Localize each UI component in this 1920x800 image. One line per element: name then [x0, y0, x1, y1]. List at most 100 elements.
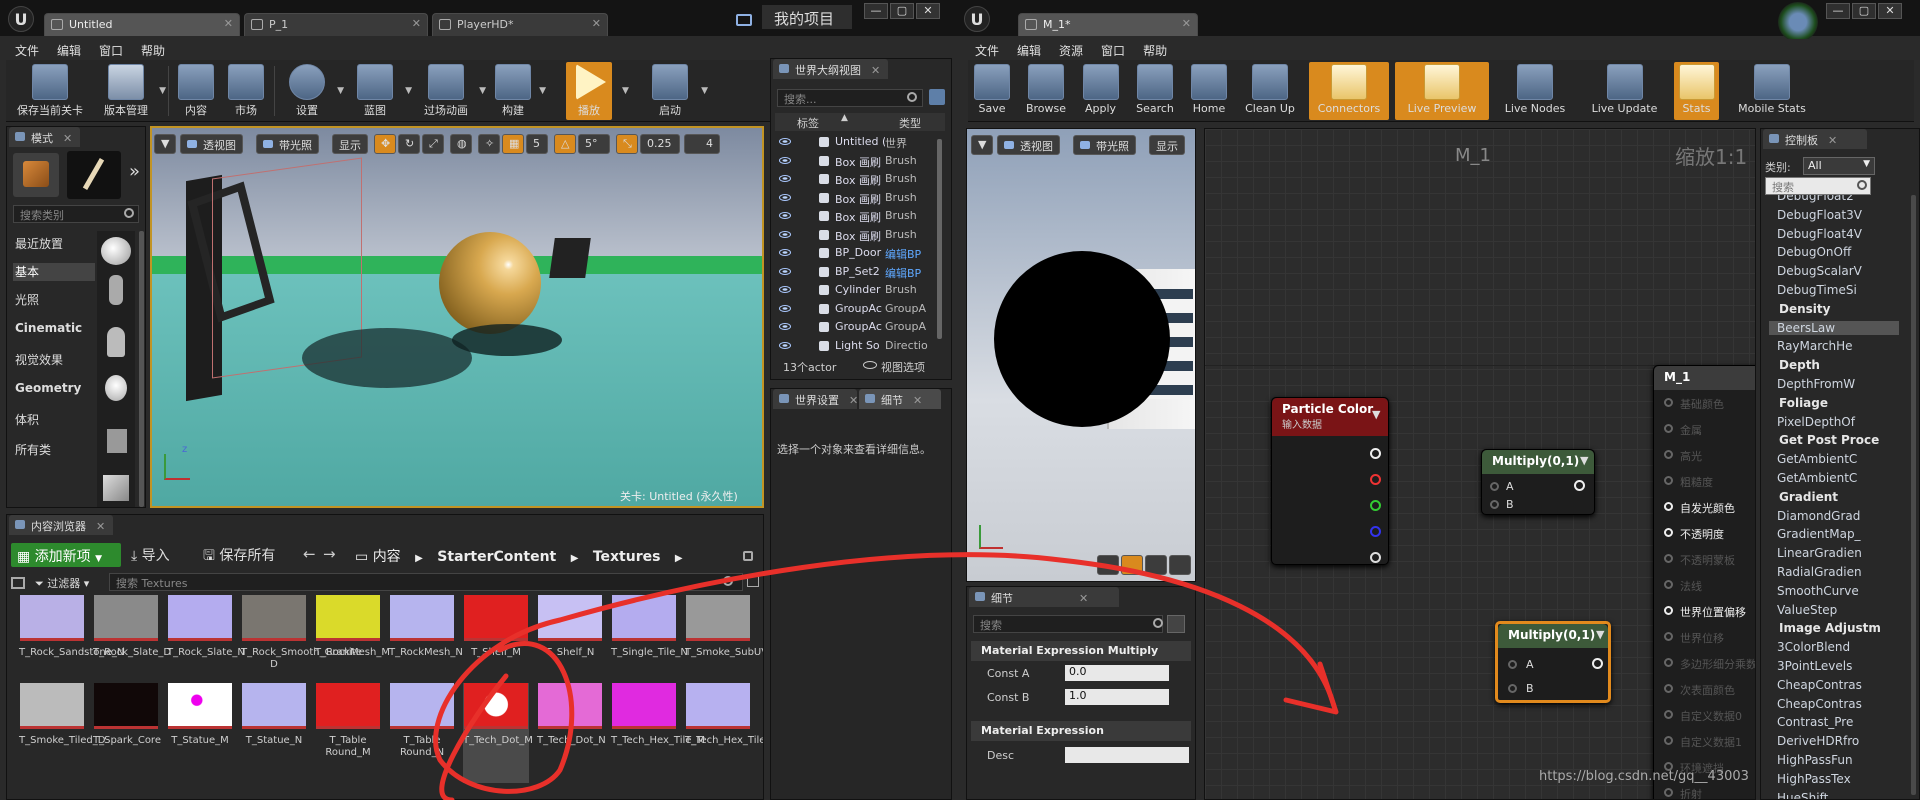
input-b-pin[interactable] — [1490, 500, 1499, 509]
cube-shape-icon[interactable] — [1169, 555, 1191, 575]
launch-button[interactable]: 启动 ▼ — [642, 62, 708, 120]
chevron-down-icon[interactable]: ▼ — [159, 86, 166, 96]
camera-speed-value[interactable]: 4 — [684, 134, 720, 154]
palette-item[interactable]: HighPassTex — [1777, 772, 1851, 786]
feedback-icon[interactable] — [736, 14, 752, 26]
menu-help[interactable]: 帮助 — [132, 39, 174, 62]
category-dropdown[interactable]: All ▼ — [1803, 157, 1875, 175]
outliner-search-input[interactable]: 搜索... — [777, 89, 923, 107]
modes-scrollbar[interactable] — [139, 231, 144, 507]
toolbar-browse-button[interactable]: Browse — [1020, 62, 1072, 120]
asset-tile[interactable]: T_Rock_Slate_D — [93, 595, 171, 659]
palette-item[interactable]: SmoothCurve — [1777, 584, 1859, 598]
perspective-button[interactable]: 透视图 — [997, 135, 1060, 155]
palette-search-input[interactable]: 搜索 — [1765, 177, 1871, 195]
asset-tile[interactable]: T_Table Round_M — [315, 683, 381, 759]
asset-tile[interactable]: T_Rock_Smooth_Granite D — [241, 595, 362, 671]
tab-details[interactable]: 细节 ✕ — [859, 389, 941, 409]
palette-item[interactable]: DebugScalarV — [1777, 264, 1862, 278]
close-tab-icon[interactable]: ✕ — [849, 394, 858, 407]
outliner-row-type[interactable]: 编辑BP — [885, 246, 935, 262]
collapse-arrow-icon[interactable]: ▼ — [1372, 408, 1380, 421]
close-window-button[interactable]: ✕ — [1878, 3, 1902, 19]
palette-item[interactable]: HueShift — [1777, 791, 1828, 799]
desc-field[interactable] — [1065, 747, 1189, 763]
asset-search-input[interactable]: 搜索 Textures — [109, 573, 743, 591]
asset-tile[interactable]: T_Tech_Hex_Tile_N — [685, 683, 763, 747]
tab-world-outliner[interactable]: 世界大纲视图 ✕ — [773, 59, 889, 79]
output-pin[interactable] — [1592, 658, 1603, 669]
category-item[interactable]: 体积 — [15, 411, 95, 429]
outliner-row[interactable]: Box 画刷 Brush — [775, 170, 935, 188]
minimize-button[interactable]: — — [864, 3, 888, 19]
maximize-button[interactable]: ▢ — [890, 3, 914, 19]
collapse-arrow-icon[interactable]: ▼ — [1596, 628, 1604, 641]
asset-tile[interactable]: T_Rock_Sandstone_N — [19, 595, 124, 659]
category-item[interactable]: 最近放置 — [15, 235, 95, 253]
output-rgba-pin[interactable] — [1370, 448, 1381, 459]
material-input-pin[interactable] — [1664, 450, 1673, 459]
output-pin[interactable] — [1574, 480, 1585, 491]
palette-item[interactable]: 3ColorBlend — [1777, 640, 1850, 654]
paint-mode-icon[interactable] — [67, 151, 121, 199]
palette-category[interactable]: Density — [1769, 302, 1830, 316]
toolbar-search-button[interactable]: Search — [1129, 62, 1181, 120]
scale-snap-value[interactable]: 0.25 — [640, 134, 680, 154]
viewport-options-button[interactable]: ▼ — [154, 134, 176, 154]
category-item[interactable]: 所有类 — [15, 441, 95, 459]
more-modes-icon[interactable]: » — [129, 161, 140, 182]
outliner-row-type[interactable]: 编辑BP — [885, 265, 935, 281]
visibility-eye-icon[interactable] — [779, 286, 791, 293]
palette-item[interactable]: DeriveHDRfro — [1777, 734, 1859, 748]
forward-arrow-icon[interactable]: → — [323, 545, 336, 563]
material-input-pin[interactable] — [1664, 684, 1673, 693]
asset-tile[interactable]: T_Statue_N — [241, 683, 307, 747]
tab-playerhd[interactable]: PlayerHD* ✕ — [432, 13, 608, 36]
tab-content-browser[interactable]: 内容浏览器 ✕ — [9, 515, 114, 535]
rotate-tool-icon[interactable]: ↻ — [398, 134, 420, 154]
material-input-pin[interactable] — [1664, 528, 1673, 537]
lit-mode-button[interactable]: 带光照 — [1073, 135, 1136, 155]
lit-mode-button[interactable]: 带光照 — [256, 134, 319, 154]
save-level-button[interactable]: 保存当前关卡 — [10, 62, 90, 120]
visibility-eye-icon[interactable] — [779, 249, 791, 256]
level-viewport[interactable]: ▼ 透视图 带光照 显示 ✥ ↻ ⤢ ◍ ✧ ▦ 5 △ 5° ⤡ 0.25 4… — [150, 126, 764, 508]
close-tab-icon[interactable]: ✕ — [913, 394, 922, 407]
category-item[interactable]: 光照 — [15, 291, 95, 309]
palette-item[interactable]: DepthFromW — [1777, 377, 1855, 391]
material-result-node[interactable]: M_1 基础颜色 金属 高光 粗糙度 自发光颜色 不透明度 不透明蒙板 法线 世界位置偏移 世界位… — [1653, 365, 1755, 799]
menu-edit[interactable]: 编辑 — [48, 39, 90, 62]
const-a-field[interactable]: 0.0 — [1065, 665, 1169, 681]
surface-snap-icon[interactable]: ✧ — [478, 134, 500, 154]
tab-m1[interactable]: M_1* ✕ — [1018, 13, 1198, 36]
outliner-row[interactable]: Box 画刷 Brush — [775, 152, 935, 170]
visibility-eye-icon[interactable] — [779, 323, 791, 330]
visibility-eye-icon[interactable] — [779, 156, 791, 164]
view-options-button[interactable]: 视图选项 — [881, 359, 925, 375]
play-options-chevron-icon[interactable]: ▼ — [622, 86, 629, 96]
material-input-pin[interactable] — [1664, 398, 1673, 407]
material-input-pin[interactable] — [1664, 580, 1673, 589]
visibility-eye-icon[interactable] — [779, 212, 791, 219]
material-input-pin[interactable] — [1664, 658, 1673, 667]
material-preview-viewport[interactable]: ▼ 透视图 带光照 显示 — [966, 128, 1196, 582]
section-material-expression[interactable]: Material Expression — [971, 721, 1191, 741]
asset-tile[interactable]: T_Shelf_N — [537, 595, 603, 659]
tab-p1[interactable]: P_1 ✕ — [244, 13, 428, 36]
close-tab-icon[interactable]: ✕ — [412, 17, 421, 30]
property-matrix-icon[interactable] — [1167, 615, 1185, 633]
pawn-actor-icon[interactable] — [107, 327, 125, 357]
translate-tool-icon[interactable]: ✥ — [374, 134, 396, 154]
asset-tile[interactable]: T_RockMesh_M — [315, 595, 390, 659]
palette-item[interactable]: CheapContras — [1777, 678, 1862, 692]
palette-item[interactable]: DebugTimeSi — [1777, 283, 1857, 297]
palette-item[interactable]: GradientMap_ — [1777, 527, 1861, 541]
feedback-glow-icon[interactable] — [1778, 2, 1818, 42]
palette-item[interactable]: CheapContras — [1777, 697, 1862, 711]
save-all-button[interactable]: 🖫 保存所有 — [203, 545, 275, 567]
character-actor-icon[interactable] — [109, 275, 123, 305]
toolbar-save-button[interactable]: Save — [970, 62, 1014, 120]
material-input-pin[interactable] — [1664, 736, 1673, 745]
palette-item[interactable]: ValueStep — [1777, 603, 1837, 617]
material-input-pin[interactable] — [1664, 632, 1673, 641]
